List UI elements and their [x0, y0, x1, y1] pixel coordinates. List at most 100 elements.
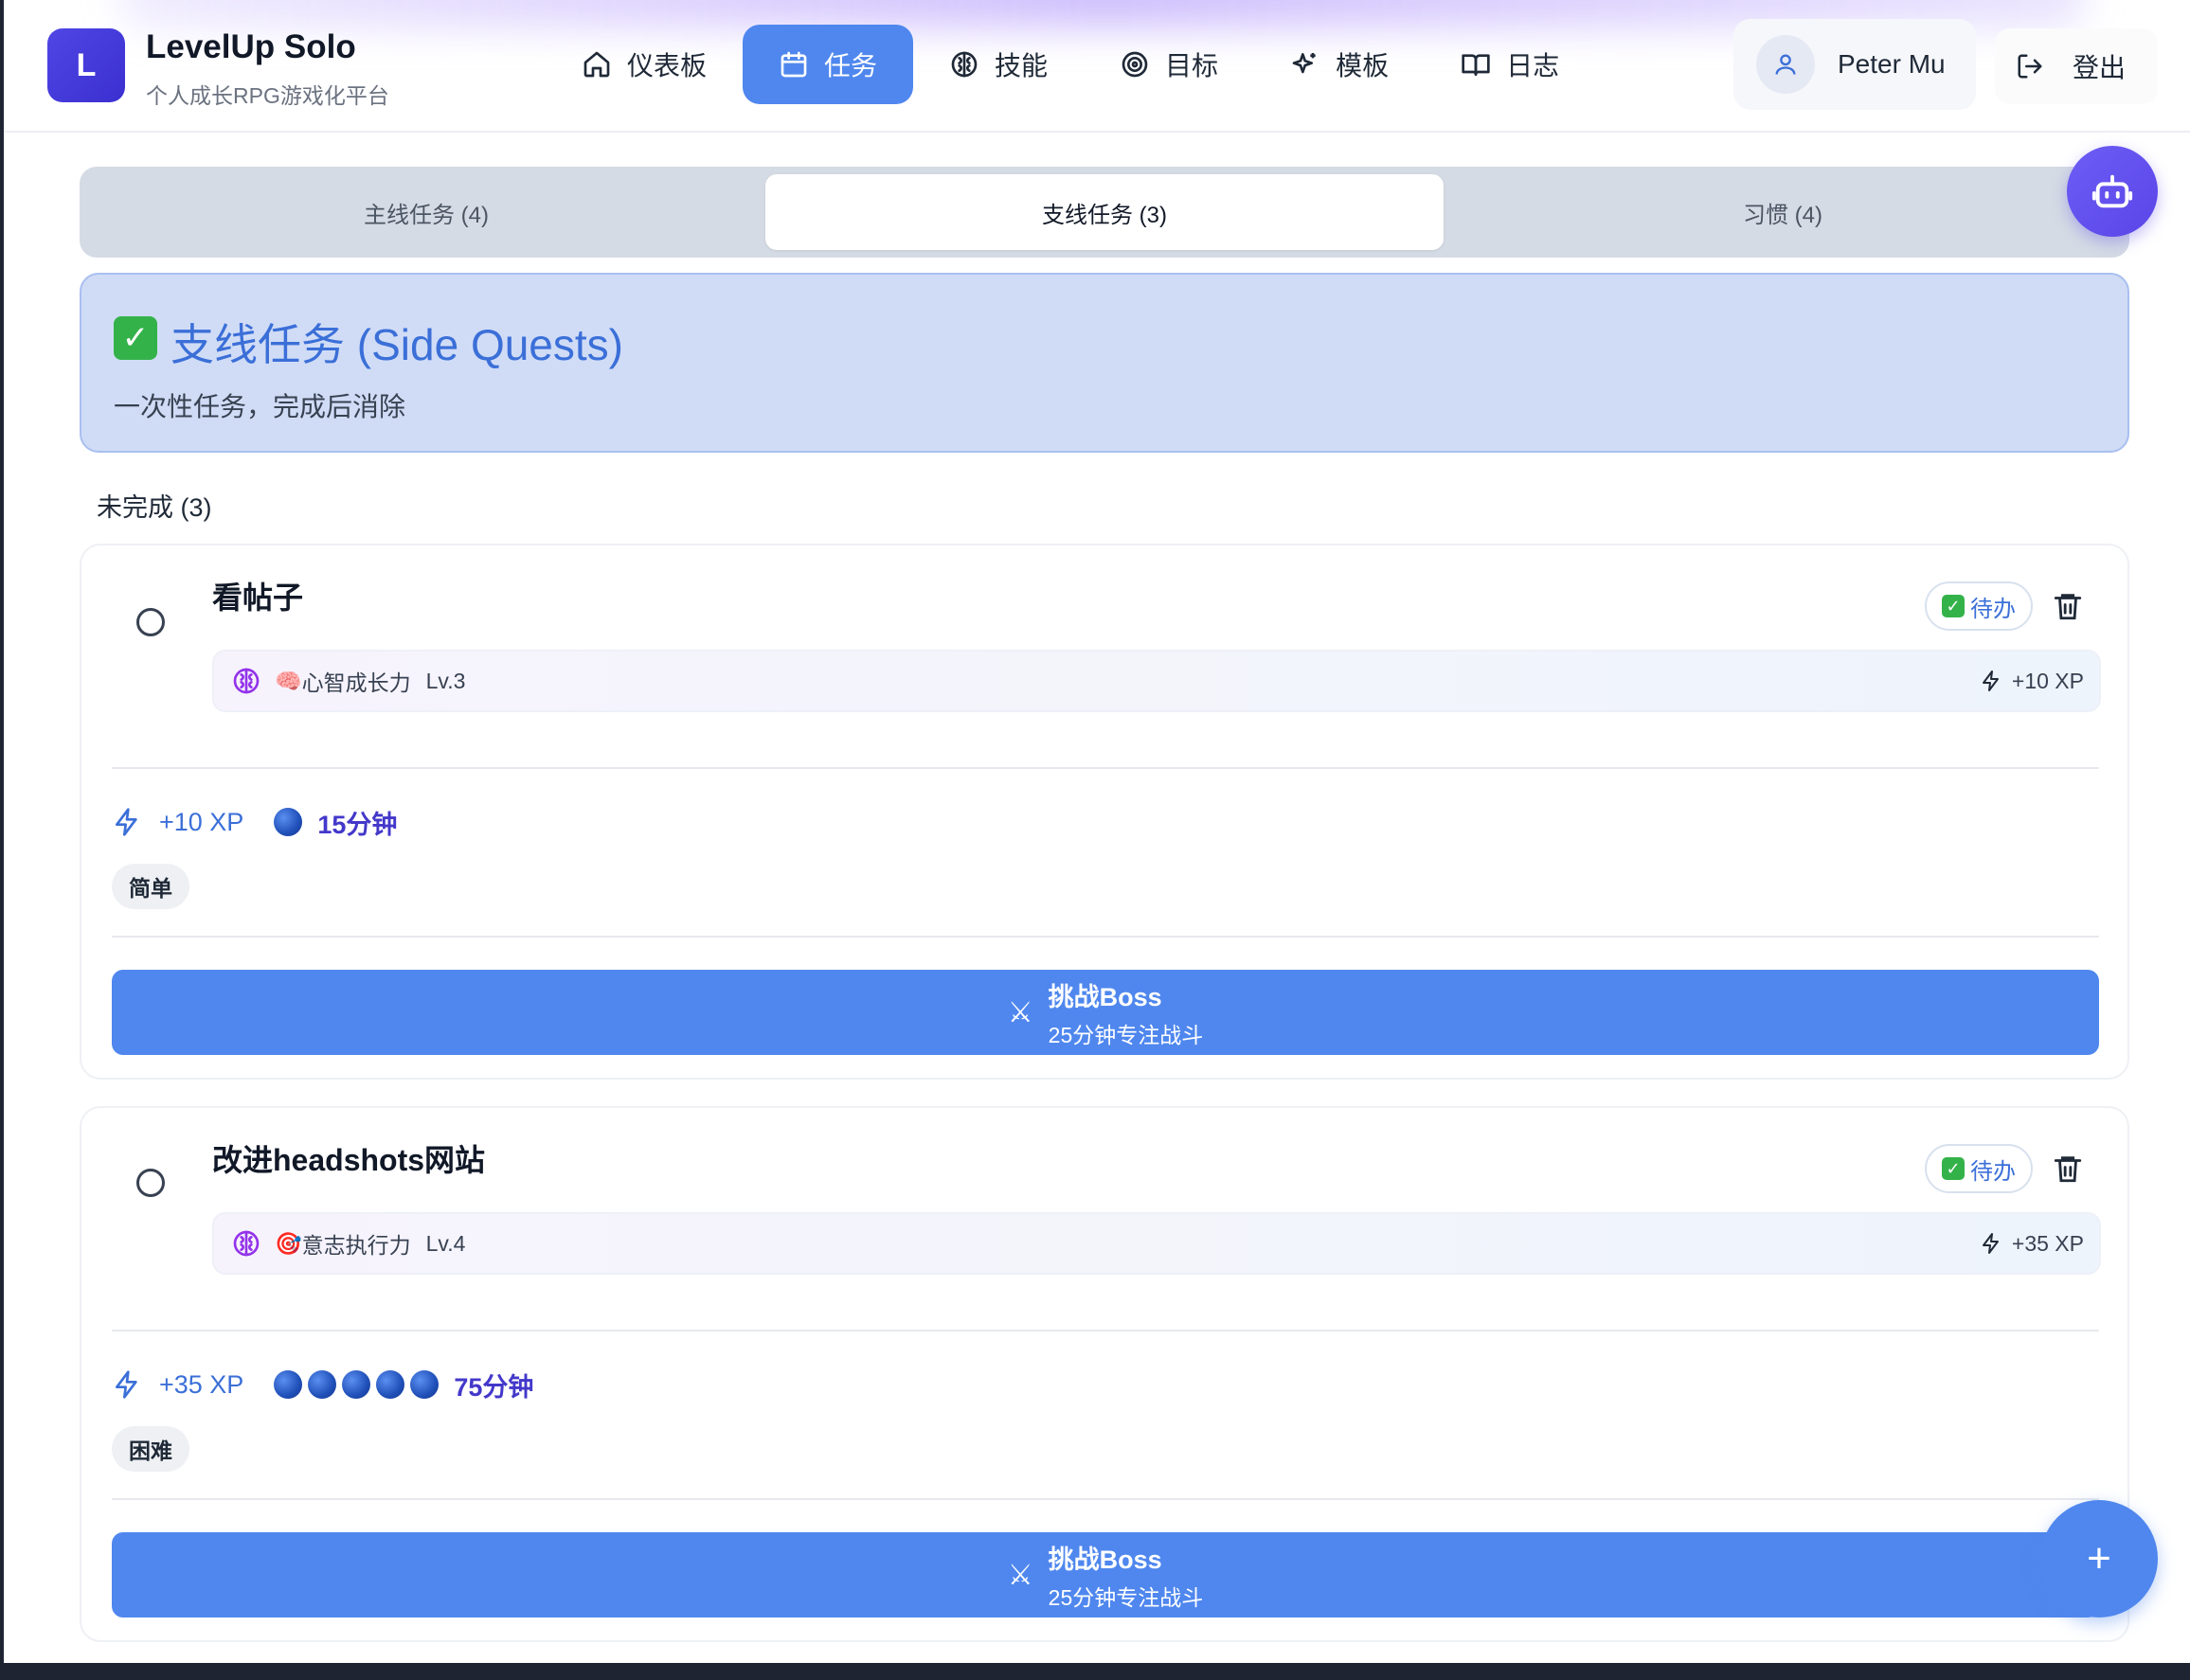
difficulty-badge: 简单: [112, 864, 189, 909]
difficulty-badge: 困难: [112, 1426, 189, 1472]
app-logo[interactable]: L: [47, 28, 125, 102]
add-quest-button[interactable]: +: [2040, 1500, 2158, 1617]
app-name: LevelUp Solo: [146, 28, 356, 65]
nav-item-tasks[interactable]: 任务: [743, 25, 914, 104]
swords-icon: ⚔: [1007, 1559, 1033, 1591]
lightning-icon: [1982, 670, 1999, 691]
skill-row: 🧠 心智成长力 Lv.3 +10 XP: [212, 650, 2101, 712]
divider: [112, 1498, 2099, 1500]
section-description: 一次性任务，完成后消除: [114, 392, 406, 421]
nav-item-skills[interactable]: 技能: [913, 25, 1084, 104]
swords-icon: ⚔: [1007, 996, 1033, 1028]
challenge-boss-button[interactable]: ⚔ 挑战Boss 25分钟专注战斗: [112, 1532, 2099, 1617]
brain-icon: [951, 51, 978, 78]
user-icon: [1775, 54, 1796, 75]
tab-habits[interactable]: 习惯 (4): [1444, 174, 2122, 250]
skill-name: 意志执行力: [301, 1233, 411, 1258]
lightning-icon: [116, 808, 137, 836]
xp-reward: +35 XP: [159, 1369, 244, 1399]
duration-dot: [376, 1370, 405, 1399]
check-mark-icon: ✓: [1942, 595, 1965, 617]
brain-icon: [233, 668, 260, 694]
status-label: 待办: [1970, 596, 2016, 622]
duration-dots: [274, 808, 303, 836]
duration-dot: [274, 1370, 303, 1399]
duration: 75分钟: [454, 1372, 534, 1402]
nav-label: 模板: [1336, 51, 1390, 80]
nav-label: 任务: [824, 51, 878, 80]
skill-emoji: 🧠: [275, 668, 302, 693]
ai-assistant-button[interactable]: [2067, 146, 2158, 237]
quest-card: 看帖子 ✓ 待办 🧠 心智成长力 Lv.3 +10 XP +10 XP 15分钟…: [80, 544, 2129, 1080]
calendar-icon: [781, 51, 807, 78]
brain-icon: [233, 1230, 260, 1257]
lightning-icon: [1982, 1233, 1999, 1254]
boss-subtitle: 25分钟专注战斗: [1048, 1022, 1204, 1047]
tab-main-quests[interactable]: 主线任务 (4): [87, 174, 765, 250]
quest-title: 看帖子: [212, 581, 304, 615]
skill-xp: +35 XP: [1980, 1214, 2084, 1273]
check-mark-icon: ✓: [1942, 1157, 1965, 1180]
nav-label: 目标: [1165, 51, 1219, 80]
logout-icon: [2018, 54, 2042, 79]
book-icon: [1462, 54, 1490, 76]
app-subtitle: 个人成长RPG游戏化平台: [146, 83, 389, 108]
tab-side-quests[interactable]: 支线任务 (3): [765, 174, 1444, 250]
quest-card: 改进headshots网站 ✓ 待办 🎯 意志执行力 Lv.4 +35 XP +…: [80, 1106, 2129, 1642]
quest-title: 改进headshots网站: [212, 1143, 486, 1177]
skill-row: 🎯 意志执行力 Lv.4 +35 XP: [212, 1212, 2101, 1275]
boss-label: 挑战Boss: [1048, 982, 1162, 1011]
user-profile-button[interactable]: Peter Mu: [1733, 19, 1976, 110]
skill-name: 心智成长力: [301, 670, 411, 695]
duration-dots: [274, 1370, 440, 1399]
boss-subtitle: 25分钟专注战斗: [1048, 1584, 1204, 1610]
nav-item-dashboard[interactable]: 仪表板: [546, 25, 743, 104]
skill-level: Lv.3: [425, 668, 466, 693]
avatar: [1756, 35, 1815, 94]
trash-icon[interactable]: [2052, 1152, 2084, 1186]
divider: [112, 1330, 2099, 1331]
app-window: L LevelUp Solo 个人成长RPG游戏化平台 仪表板 任务 技能 目标: [4, 0, 2190, 1663]
nav-label: 日志: [1506, 51, 1560, 80]
skill-xp-value: +35 XP: [2011, 1230, 2084, 1256]
top-header: L LevelUp Solo 个人成长RPG游戏化平台 仪表板 任务 技能 目标: [4, 0, 2190, 133]
duration-dot: [308, 1370, 337, 1399]
section-banner: ✓ 支线任务 (Side Quests) 一次性任务，完成后消除: [80, 273, 2129, 453]
skill-xp-value: +10 XP: [2011, 668, 2084, 693]
home-icon: [583, 51, 610, 78]
user-name: Peter Mu: [1838, 49, 1946, 79]
bot-icon: [2091, 174, 2133, 208]
complete-checkbox[interactable]: [136, 1169, 165, 1197]
status-badge: ✓ 待办: [1925, 581, 2033, 631]
nav-item-templates[interactable]: 模板: [1254, 25, 1425, 104]
nav-label: 仪表板: [627, 51, 708, 80]
trash-icon[interactable]: [2052, 589, 2084, 623]
status-badge: ✓ 待办: [1925, 1144, 2033, 1193]
quest-meta: +10 XP 15分钟: [112, 803, 397, 841]
quest-tabs: 主线任务 (4) 支线任务 (3) 习惯 (4): [80, 167, 2129, 258]
target-icon: [1122, 51, 1148, 78]
xp-reward: +10 XP: [159, 807, 244, 836]
main-nav: 仪表板 任务 技能 目标 模板 日志: [546, 25, 1595, 104]
divider: [112, 767, 2099, 769]
skill-xp: +10 XP: [1980, 652, 2084, 710]
incomplete-count: 未完成 (3): [97, 493, 212, 522]
skill-emoji: 🎯: [275, 1230, 302, 1256]
boss-label: 挑战Boss: [1048, 1545, 1162, 1574]
status-label: 待办: [1970, 1158, 2016, 1185]
nav-item-journal[interactable]: 日志: [1425, 25, 1595, 104]
sparkles-icon: [1292, 53, 1316, 74]
skill-level: Lv.4: [425, 1230, 466, 1256]
nav-label: 技能: [995, 51, 1049, 80]
duration: 15分钟: [317, 810, 398, 839]
challenge-boss-button[interactable]: ⚔ 挑战Boss 25分钟专注战斗: [112, 970, 2099, 1055]
nav-item-goals[interactable]: 目标: [1084, 25, 1254, 104]
check-mark-icon: ✓: [114, 316, 157, 360]
complete-checkbox[interactable]: [136, 608, 165, 636]
logout-label: 登出: [2073, 53, 2127, 82]
logout-button[interactable]: 登出: [1995, 28, 2158, 104]
duration-dot: [342, 1370, 371, 1399]
section-title: 支线任务 (Side Quests): [171, 320, 623, 369]
duration-dot: [274, 808, 303, 836]
divider: [112, 936, 2099, 938]
